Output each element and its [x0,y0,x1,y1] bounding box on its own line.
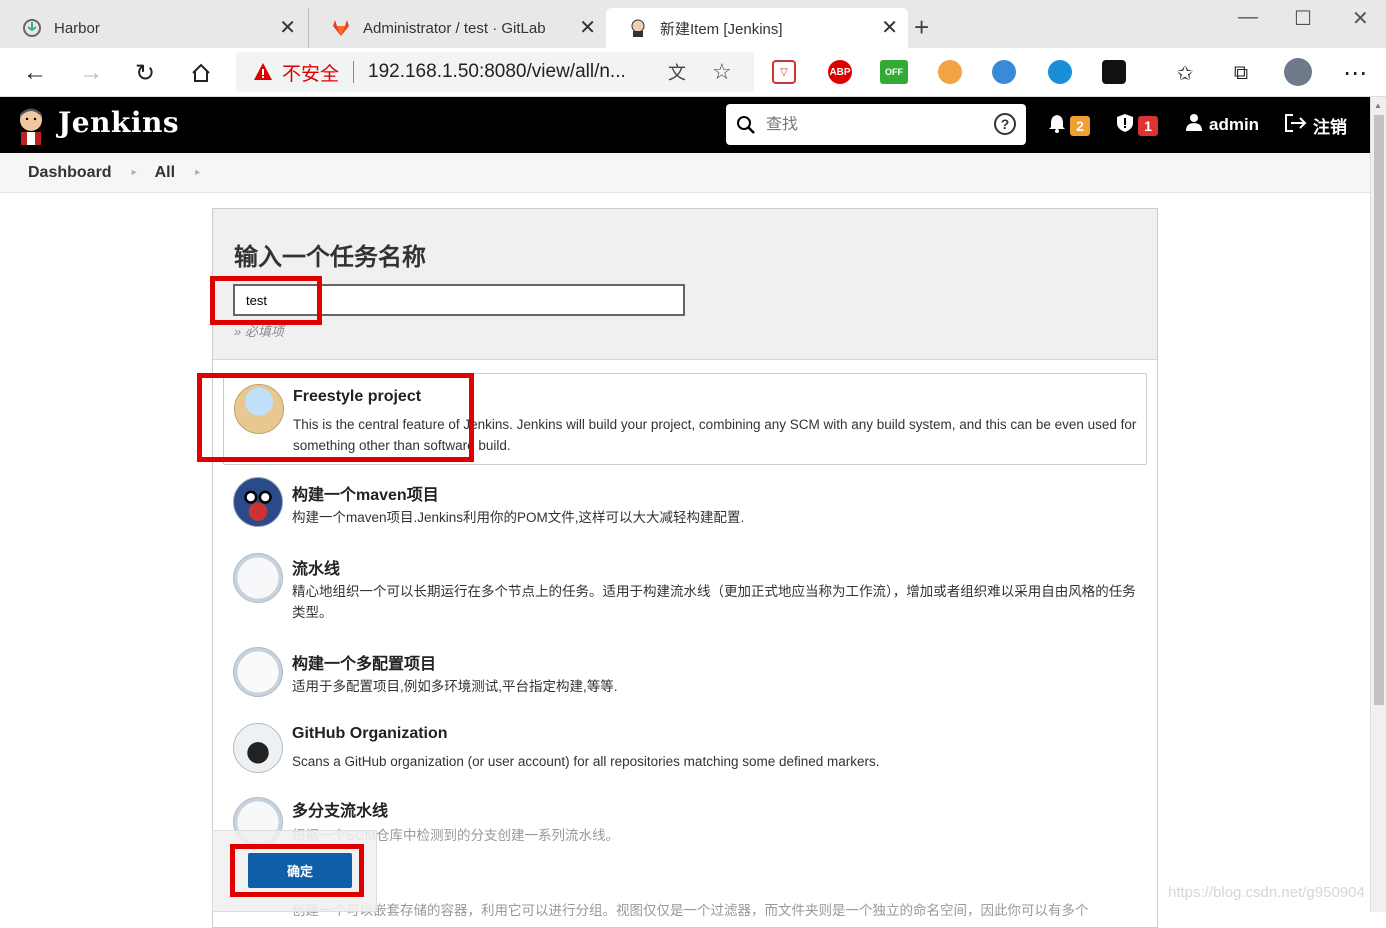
github-icon [233,723,283,773]
url-text: 192.168.1.50:8080/view/all/n... [368,61,626,82]
new-tab-icon[interactable]: + [914,14,929,40]
search-input[interactable] [766,115,986,134]
harbor-favicon-icon [22,18,42,38]
item-type-desc: 根据一个SCM仓库中检测到的分支创建一系列流水线。 [292,828,619,843]
item-type-name: 构建一个maven项目 [292,487,439,504]
browser-tab-strip: Harbor ✕ Administrator / test · GitLab ✕… [0,0,1386,48]
pocket-extension-icon[interactable]: ▽ [772,60,796,84]
warning-icon [252,61,274,83]
item-type-github-org[interactable]: GitHub Organization Scans a GitHub organ… [223,721,1147,787]
collections-icon[interactable]: ⧉ [1226,58,1256,88]
user-icon [1185,113,1203,136]
item-type-desc: Scans a GitHub organization (or user acc… [292,754,880,769]
notifications-button[interactable]: 2 [1048,113,1090,138]
item-type-name: 流水线 [292,561,341,578]
profile-avatar[interactable] [1284,58,1312,86]
page-scrollbar[interactable]: ▲ [1370,97,1386,912]
favorites-list-icon[interactable]: ✩ [1170,58,1200,88]
bell-icon [1048,113,1066,138]
security-alerts-button[interactable]: 1 [1116,113,1158,138]
breadcrumb-chevron-icon[interactable]: ▸ [195,167,200,178]
help-icon[interactable]: ? [994,113,1016,135]
logout-icon [1285,114,1307,137]
security-badge: 1 [1138,115,1158,136]
shield-icon [1116,113,1134,138]
tab-jenkins-active[interactable]: 新建Item [Jenkins] ✕ [606,8,908,48]
close-tab-icon[interactable]: ✕ [579,18,596,38]
extension-globe-icon[interactable] [992,60,1016,84]
more-menu-icon[interactable]: ⋯ [1340,58,1370,88]
search-box: ? [726,104,1026,145]
jenkins-brand[interactable]: Jenkins [58,106,179,139]
refresh-icon[interactable]: ↻ [130,58,160,88]
notifications-badge: 2 [1070,115,1090,136]
jenkins-favicon-icon [628,18,648,38]
scrollbar-thumb[interactable] [1374,115,1384,705]
item-type-name: GitHub Organization [292,725,448,742]
username: admin [1209,114,1260,134]
item-type-desc: 构建一个maven项目.Jenkins利用你的POM文件,这样可以大大减轻构建配… [292,510,745,525]
search-icon [736,115,756,135]
breadcrumb: Dashboard ▸ All ▸ [0,153,1370,193]
item-type-pipeline[interactable]: 流水线 精心地组织一个可以长期运行在多个节点上的任务。适用于构建流水线（更加正式… [223,551,1147,631]
item-type-desc: 精心地组织一个可以长期运行在多个节点上的任务。适用于构建流水线（更加正式地应当称… [292,584,1136,620]
page-title: 输入一个任务名称 [234,244,426,271]
close-tab-icon[interactable]: ✕ [881,18,898,38]
minimize-icon[interactable]: — [1238,6,1258,29]
forward-icon[interactable]: → [76,58,106,88]
scroll-up-icon[interactable]: ▲ [1374,101,1382,110]
maximize-icon[interactable]: ☐ [1294,6,1312,31]
address-bar[interactable]: 不安全 192.168.1.50:8080/view/all/n... ⽂ ☆ [236,52,754,92]
breadcrumb-dashboard[interactable]: Dashboard [28,164,112,182]
logout-button[interactable]: 注销 [1285,113,1347,138]
home-icon[interactable] [186,58,216,88]
extension-dark-icon[interactable] [1102,60,1126,84]
close-tab-icon[interactable]: ✕ [279,18,296,38]
multi-config-icon [233,647,283,697]
extension-orange-icon[interactable] [938,60,962,84]
off-extension-icon[interactable]: OFF [880,60,908,84]
security-label: 不安全 [282,63,340,85]
gitlab-favicon-icon [331,18,351,38]
folder-item-desc: 创建一个可以嵌套存储的容器，利用它可以进行分组。视图仅仅是一个过滤器，而文件夹则… [292,903,1089,918]
close-window-icon[interactable]: ✕ [1352,6,1369,31]
browser-toolbar: ← → ↻ 不安全 192.168.1.50:8080/view/all/n..… [0,48,1386,97]
maven-icon [233,477,283,527]
item-type-multi-config[interactable]: 构建一个多配置项目 适用于多配置项目,例如多环境测试,平台指定构建,等等. [223,645,1147,711]
favorite-star-icon[interactable]: ☆ [712,59,732,85]
highlight-name-input [210,276,322,325]
user-menu[interactable]: admin [1185,113,1259,136]
watermark: https://blog.csdn.net/g950904 [1168,884,1365,901]
tab-title: Administrator / test · GitLab [363,19,546,37]
tab-title: Harbor [54,19,100,37]
highlight-ok-button [230,844,364,897]
tab-harbor[interactable]: Harbor ✕ [0,8,306,48]
pipeline-icon [233,553,283,603]
breadcrumb-chevron-icon[interactable]: ▸ [132,167,137,178]
divider [353,61,355,83]
adblock-extension-icon[interactable]: ABP [828,60,852,84]
item-type-maven[interactable]: 构建一个maven项目 构建一个maven项目.Jenkins利用你的POM文件… [223,475,1147,541]
item-name-section: 输入一个任务名称 » 必填项 [213,209,1157,360]
new-item-panel: 输入一个任务名称 » 必填项 Freestyle project This is… [212,208,1158,928]
jenkins-logo-icon[interactable] [14,105,48,145]
highlight-freestyle [197,373,474,462]
item-type-name: 构建一个多配置项目 [292,656,437,673]
item-type-name: 多分支流水线 [292,803,389,820]
item-type-desc: 适用于多配置项目,例如多环境测试,平台指定构建,等等. [292,679,618,694]
tab-title: 新建Item [Jenkins] [660,20,783,38]
logout-label: 注销 [1313,118,1347,137]
jenkins-header: Jenkins ? 2 1 admin 注销 [0,97,1370,153]
tab-gitlab[interactable]: Administrator / test · GitLab ✕ [308,8,606,48]
back-icon[interactable]: ← [20,58,50,88]
extension-blue-icon[interactable] [1048,60,1072,84]
translate-icon[interactable]: ⽂ [668,59,686,85]
breadcrumb-all[interactable]: All [155,164,175,182]
